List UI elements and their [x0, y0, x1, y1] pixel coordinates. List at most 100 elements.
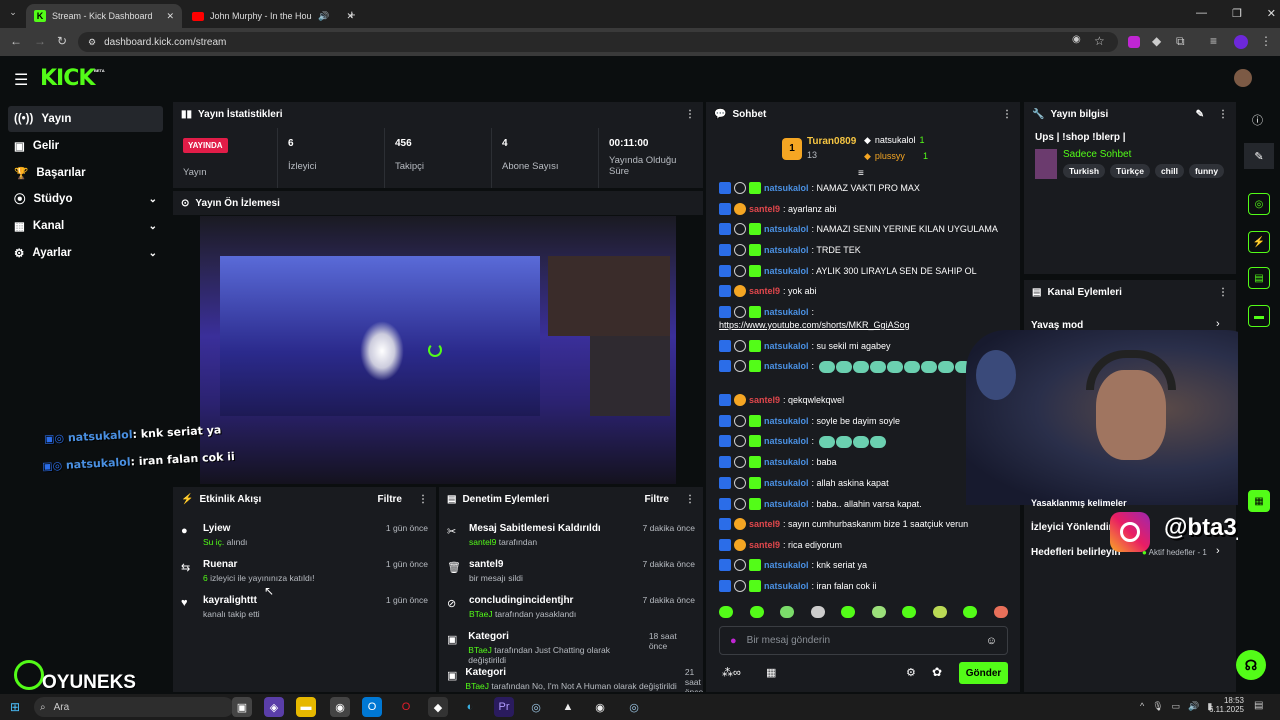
microphone-icon[interactable]: 🎙: [1152, 701, 1163, 712]
chat-username[interactable]: natsukalol: [764, 558, 809, 572]
sidebar-item-studyo[interactable]: ⦿ Stüdyo ⌄: [8, 186, 163, 212]
emote-icon[interactable]: [902, 606, 917, 618]
tab-kick-dashboard[interactable]: K Stream - Kick Dashboard ✕: [26, 4, 182, 28]
notification-icon[interactable]: ▤: [1254, 700, 1263, 711]
viewer-redirect-action[interactable]: İzleyici Yönlendir: [1031, 522, 1113, 533]
emote-icon[interactable]: [780, 606, 795, 618]
taskbar-search[interactable]: ⌕ Ara: [34, 697, 234, 717]
windows-start-icon[interactable]: ⊞: [10, 700, 20, 714]
steam-icon[interactable]: ◎: [526, 697, 546, 717]
chat-username[interactable]: natsukalol: [764, 455, 809, 469]
emote-icon[interactable]: [841, 606, 856, 618]
emoji-icon[interactable]: ☺: [986, 635, 997, 647]
chat-username[interactable]: natsukalol: [764, 222, 809, 236]
category-thumbnail[interactable]: [1035, 149, 1057, 179]
chat-username[interactable]: santel9: [749, 538, 780, 552]
emote-icon[interactable]: [993, 606, 1008, 618]
emote-icon[interactable]: [871, 606, 886, 618]
premiere-icon[interactable]: Pr: [494, 697, 514, 717]
profile-avatar[interactable]: [1234, 35, 1248, 49]
leaderboard-first[interactable]: Turan0809: [807, 136, 856, 147]
filter-button[interactable]: Filtre: [645, 494, 669, 505]
more-options-icon[interactable]: ⋮: [1218, 287, 1228, 298]
chevron-right-icon[interactable]: ›: [1216, 545, 1220, 557]
edit-tool-icon[interactable]: ✎: [1244, 143, 1274, 169]
chat-input[interactable]: ● Bir mesaj gönderin ☺: [719, 626, 1008, 655]
chat-username[interactable]: santel9: [749, 517, 780, 531]
tag-chip[interactable]: Türkçe: [1110, 164, 1150, 178]
extension-icon[interactable]: [1128, 36, 1140, 48]
leaderboard-third[interactable]: plussyy: [875, 151, 905, 162]
forward-icon[interactable]: →: [34, 34, 46, 48]
leaderboard-second[interactable]: natsukalol: [875, 135, 916, 146]
notes-icon[interactable]: ▤: [1248, 267, 1270, 289]
bookmark-star-icon[interactable]: ☆: [1094, 34, 1105, 48]
emote-icon[interactable]: [963, 606, 978, 618]
puzzle-icon[interactable]: ⧉: [1176, 34, 1185, 49]
menu-icon[interactable]: ⋮: [1260, 34, 1272, 48]
opera-icon[interactable]: O: [396, 697, 416, 717]
tag-chip[interactable]: Turkish: [1063, 164, 1106, 178]
steam-icon[interactable]: ◎: [624, 697, 644, 717]
chat-username[interactable]: santel9: [749, 393, 780, 407]
chat-link[interactable]: https://www.youtube.com/shorts/MKR_GgiAS…: [719, 318, 910, 332]
scroll-down-icon[interactable]: ≡: [858, 168, 864, 179]
stream-preview-video[interactable]: [200, 216, 676, 484]
edit-icon[interactable]: ✎: [1196, 109, 1204, 120]
microphone-icon[interactable]: ●: [730, 635, 737, 647]
chat-username[interactable]: natsukalol: [764, 305, 809, 319]
send-button[interactable]: Gönder: [959, 662, 1008, 684]
app-icon[interactable]: ◆: [428, 697, 448, 717]
emote-icon[interactable]: [749, 606, 764, 618]
file-explorer-icon[interactable]: ▬: [296, 697, 316, 717]
kick-logo[interactable]: KICK: [40, 66, 95, 91]
chat-username[interactable]: natsukalol: [764, 414, 809, 428]
sidebar-item-yayin[interactable]: ((•)) Yayın: [8, 106, 163, 132]
emote-icon[interactable]: [810, 606, 825, 618]
chat-username[interactable]: natsukalol: [764, 243, 809, 257]
edge-icon[interactable]: ◐: [460, 697, 480, 717]
obs-icon[interactable]: ◉: [590, 697, 610, 717]
mod-tools-icon[interactable]: ✿: [932, 665, 942, 679]
more-options-icon[interactable]: ⋮: [1218, 109, 1228, 120]
sidebar-item-basarilar[interactable]: 🏆 Başarılar: [8, 160, 163, 186]
filter-button[interactable]: Filtre: [378, 494, 402, 505]
emote-icon[interactable]: [719, 606, 733, 618]
extension-icon[interactable]: ◆: [1152, 34, 1161, 48]
info-icon[interactable]: ⓘ: [1252, 112, 1263, 128]
chat-username[interactable]: natsukalol: [764, 579, 809, 593]
hamburger-icon[interactable]: ☰: [14, 70, 28, 90]
more-options-icon[interactable]: ⋮: [1002, 109, 1012, 120]
close-window-button[interactable]: ✕: [1267, 7, 1276, 20]
tab-youtube[interactable]: John Murphy - In the House 🔊 ✕: [184, 4, 362, 28]
task-view-icon[interactable]: ▣: [232, 697, 252, 717]
chat-username[interactable]: natsukalol: [764, 434, 809, 448]
new-tab-button[interactable]: +: [348, 7, 356, 22]
more-options-icon[interactable]: ⋮: [685, 494, 695, 505]
points-icon[interactable]: ⁂∞: [722, 666, 741, 679]
chevron-up-icon[interactable]: ^: [1140, 701, 1144, 712]
chat-username[interactable]: natsukalol: [764, 476, 809, 490]
url-bar[interactable]: ⚙ dashboard.kick.com/stream: [78, 32, 1118, 52]
lightning-icon[interactable]: ⚡: [1248, 231, 1270, 253]
more-options-icon[interactable]: ⋮: [685, 109, 695, 120]
reading-list-icon[interactable]: ≡: [1210, 34, 1217, 48]
banned-words-action[interactable]: Yasaklanmış kelimeler: [1031, 498, 1127, 508]
reload-icon[interactable]: ↻: [57, 34, 67, 48]
chrome-icon[interactable]: ◉: [330, 697, 350, 717]
app-icon[interactable]: ▲: [558, 697, 578, 717]
record-icon[interactable]: ◎: [1248, 193, 1270, 215]
emote-icon[interactable]: [932, 606, 947, 618]
chat-username[interactable]: natsukalol: [764, 339, 809, 353]
copilot-icon[interactable]: ◈: [264, 697, 284, 717]
maximize-button[interactable]: ❐: [1232, 7, 1242, 20]
chat-username[interactable]: natsukalol: [764, 264, 809, 278]
close-tab-icon[interactable]: ✕: [166, 11, 174, 22]
sidebar-item-ayarlar[interactable]: ⚙ Ayarlar ⌄: [8, 240, 163, 266]
calculator-icon[interactable]: ▦: [1248, 490, 1270, 512]
chat-username[interactable]: santel9: [749, 202, 780, 216]
more-options-icon[interactable]: ⋮: [418, 494, 428, 505]
chat-username[interactable]: santel9: [749, 284, 780, 298]
speaker-icon[interactable]: 🔊: [1188, 701, 1199, 712]
goals-action[interactable]: Hedefleri belirleyin: [1031, 547, 1120, 558]
